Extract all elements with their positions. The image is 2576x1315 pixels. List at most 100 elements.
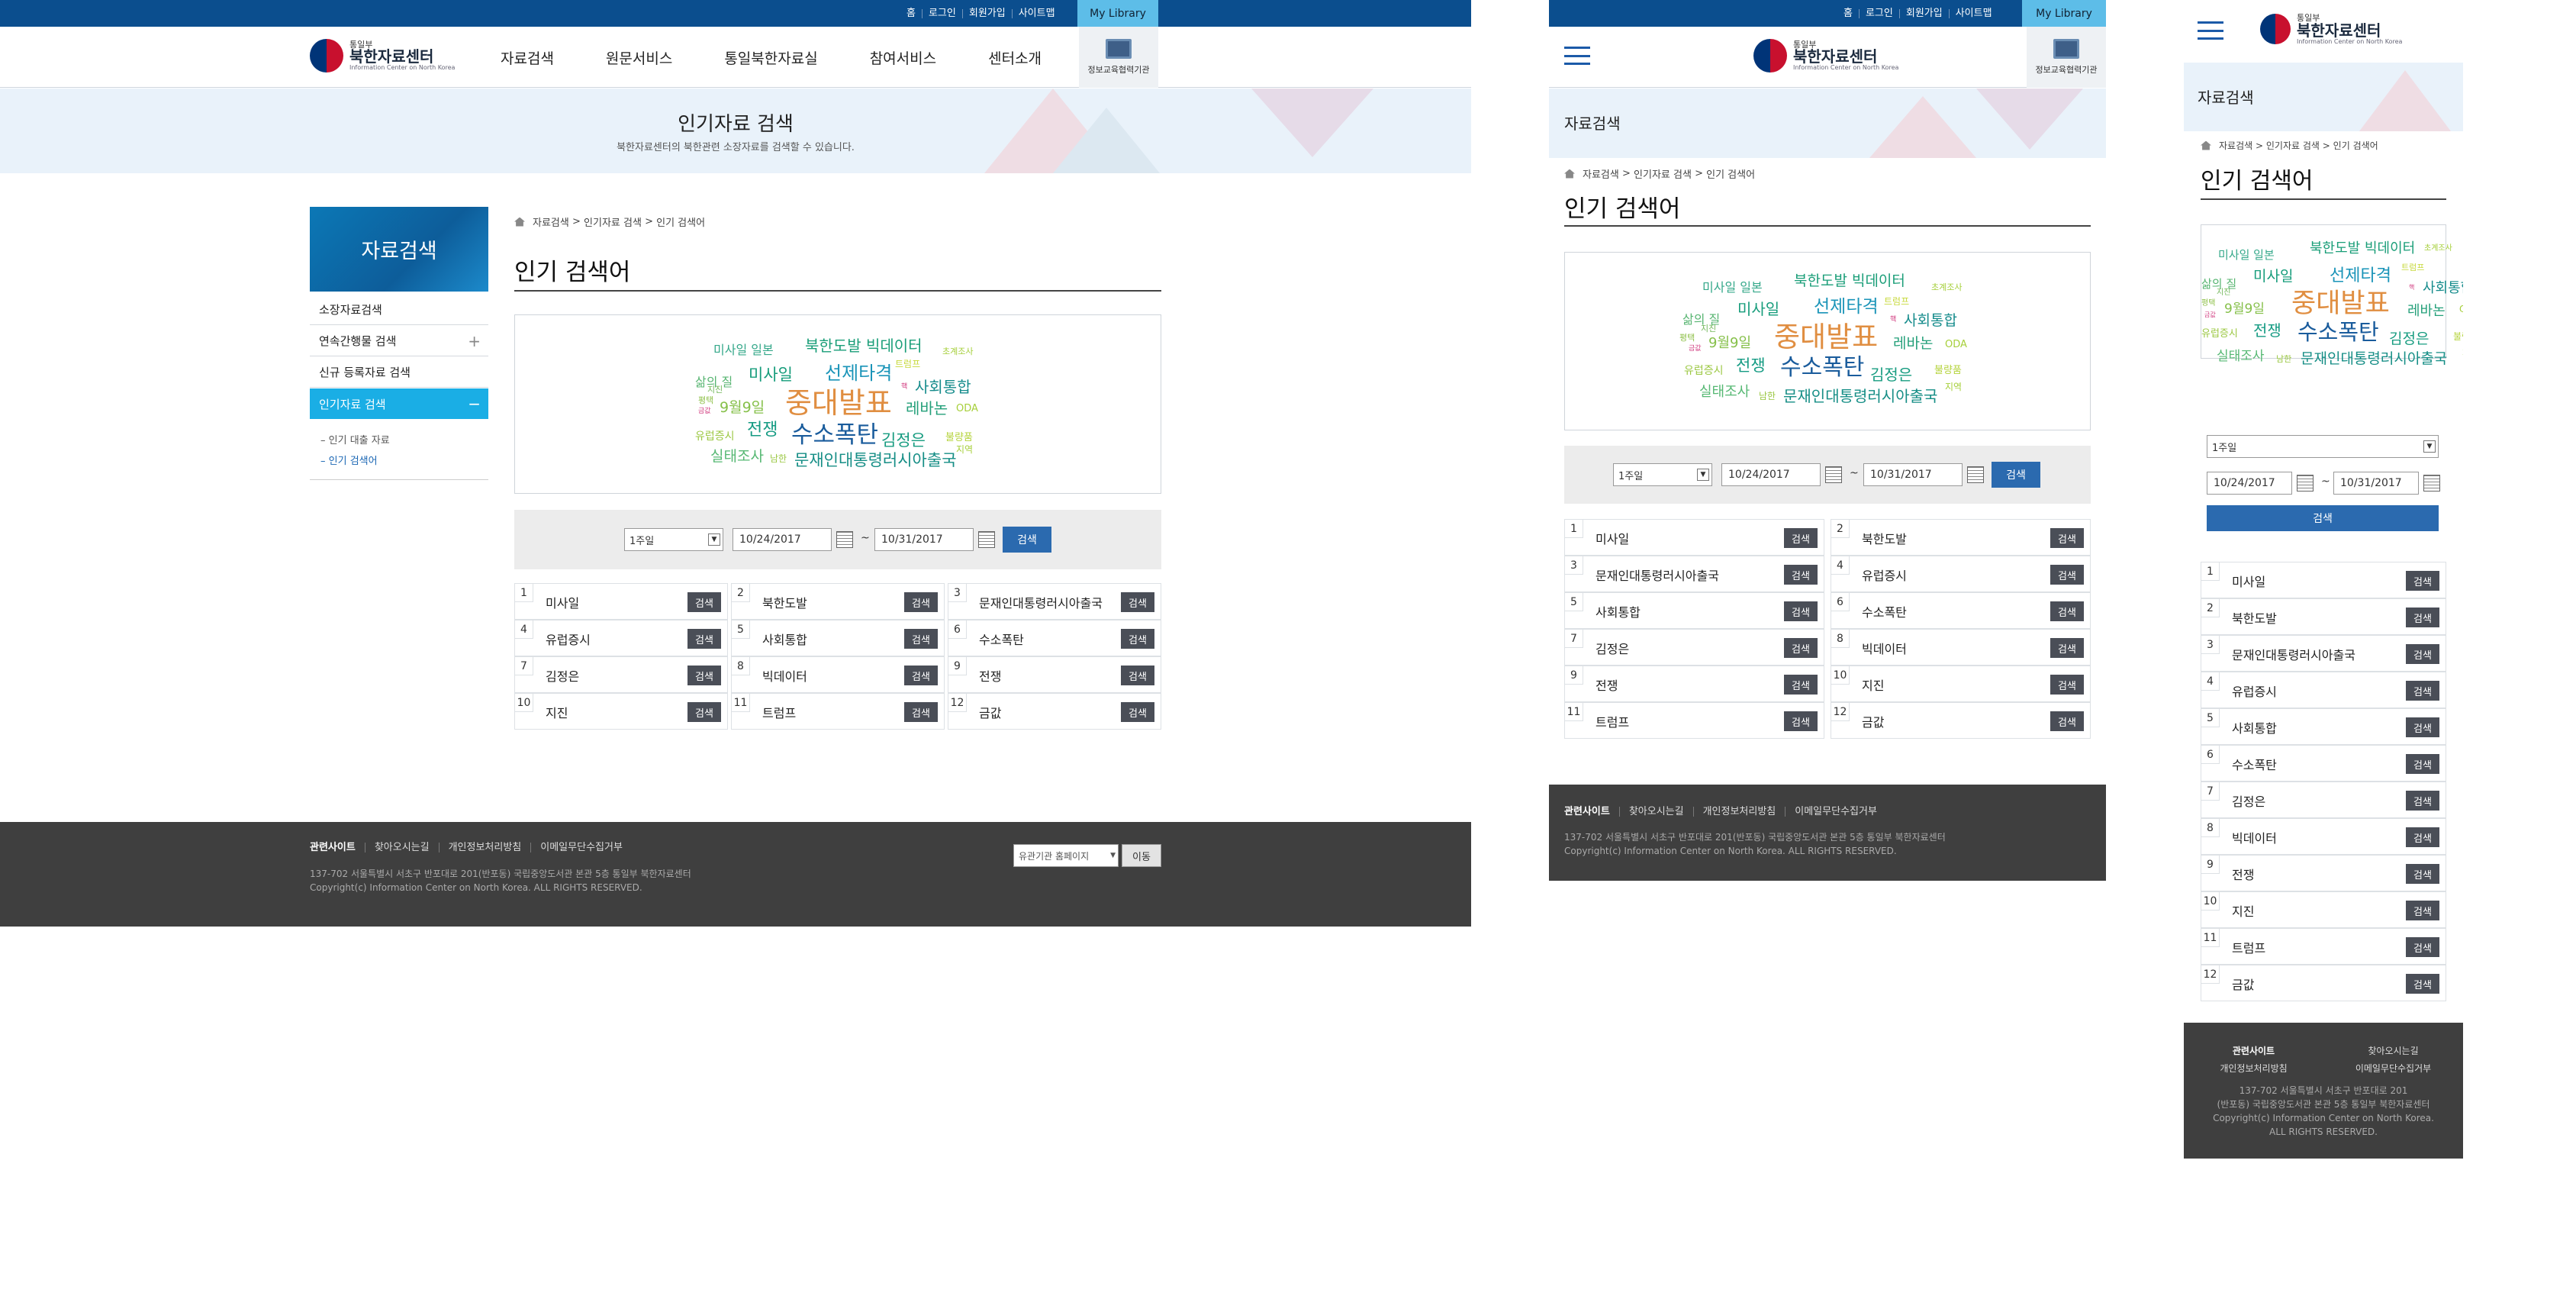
rank-search-button[interactable]: 검색 bbox=[1121, 666, 1154, 685]
rank-search-button[interactable]: 검색 bbox=[2406, 717, 2439, 737]
cloud-word[interactable]: 문재인대통령러시아출국 bbox=[794, 453, 957, 469]
rank-term[interactable]: 문재인대통령러시아출국 bbox=[2232, 636, 2355, 672]
cloud-word[interactable]: 실태조사 bbox=[2217, 350, 2265, 363]
end-date-input[interactable]: 10/31/2017 bbox=[1863, 463, 1963, 486]
sitemap-link[interactable]: 사이트맵 bbox=[1011, 8, 1061, 18]
breadcrumb-item[interactable]: 자료검색 bbox=[1583, 166, 1619, 181]
nav-about[interactable]: 센터소개 bbox=[988, 47, 1042, 68]
footer-link[interactable]: 관련사이트 bbox=[2184, 1044, 2323, 1057]
cloud-word[interactable]: 초계조사 bbox=[1931, 283, 1962, 292]
rank-search-button[interactable]: 검색 bbox=[1784, 565, 1818, 585]
cloud-word[interactable]: 김정은 bbox=[1870, 367, 1912, 382]
cloud-word[interactable]: 전쟁 bbox=[2253, 323, 2281, 338]
cloud-word[interactable]: ODA bbox=[1945, 340, 1967, 350]
login-link[interactable]: 로그인 bbox=[1858, 8, 1899, 18]
cloud-word[interactable]: 유럽증시 bbox=[695, 431, 735, 442]
menu-icon[interactable] bbox=[2198, 21, 2223, 40]
cloud-word[interactable]: 수소폭탄 bbox=[1780, 356, 1864, 379]
site-logo[interactable]: 통일부 북한자료센터 Information Center on North K… bbox=[2260, 14, 2402, 45]
rank-search-button[interactable]: 검색 bbox=[2406, 571, 2439, 591]
rank-term[interactable]: 금값 bbox=[979, 694, 1001, 730]
cloud-word[interactable]: 미사일 일본 bbox=[1702, 282, 1763, 294]
sidebar-subitem-loans[interactable]: – 인기 대출 자료 bbox=[320, 432, 390, 446]
cloud-word[interactable]: 전쟁 bbox=[747, 422, 778, 439]
rank-term[interactable]: 김정은 bbox=[546, 657, 579, 694]
rank-term[interactable]: 문재인대통령러시아출국 bbox=[979, 584, 1103, 620]
rank-term[interactable]: 북한도발 bbox=[1862, 520, 1907, 556]
calendar-icon[interactable] bbox=[1967, 466, 1984, 483]
cloud-word[interactable]: 불량품 bbox=[2453, 332, 2463, 341]
rank-term[interactable]: 미사일 bbox=[546, 584, 579, 620]
rank-term[interactable]: 금값 bbox=[1862, 703, 1884, 740]
cloud-word[interactable]: 핵 bbox=[2409, 285, 2414, 291]
my-library-button[interactable]: My Library bbox=[2022, 0, 2106, 27]
footer-link[interactable]: 이메일무단수집거부 bbox=[1785, 807, 1886, 817]
rank-term[interactable]: 지진 bbox=[1862, 666, 1884, 703]
cloud-word[interactable]: 평택 bbox=[2201, 300, 2215, 308]
rank-search-button[interactable]: 검색 bbox=[904, 702, 938, 722]
edu-link[interactable]: 정보교육협력기관 bbox=[2027, 27, 2106, 88]
cloud-word[interactable]: 북한도발 빅데이터 bbox=[805, 338, 923, 353]
cloud-word[interactable]: 사회통합 bbox=[915, 379, 971, 395]
cloud-word[interactable]: 핵 bbox=[901, 384, 907, 391]
search-button[interactable]: 검색 bbox=[1992, 462, 2040, 488]
cloud-word[interactable]: 트럼프 bbox=[2401, 263, 2424, 272]
my-library-button[interactable]: My Library bbox=[1077, 0, 1158, 27]
rank-term[interactable]: 수소폭탄 bbox=[2232, 746, 2277, 782]
cloud-word[interactable]: 수소폭탄 bbox=[2297, 321, 2379, 343]
login-link[interactable]: 로그인 bbox=[921, 8, 962, 18]
breadcrumb-item[interactable]: 자료검색 bbox=[2219, 139, 2252, 152]
rank-term[interactable]: 빅데이터 bbox=[2232, 819, 2277, 856]
rank-search-button[interactable]: 검색 bbox=[2406, 974, 2439, 994]
rank-term[interactable]: 문재인대통령러시아출국 bbox=[1596, 556, 1719, 593]
rank-term[interactable]: 북한도발 bbox=[2232, 599, 2277, 636]
cloud-word[interactable]: ODA bbox=[956, 404, 978, 414]
rank-search-button[interactable]: 검색 bbox=[2050, 711, 2084, 731]
nav-participation[interactable]: 참여서비스 bbox=[870, 47, 936, 68]
rank-term[interactable]: 미사일 bbox=[2232, 562, 2265, 599]
cloud-word[interactable]: 김정은 bbox=[881, 433, 926, 449]
end-date-input[interactable]: 10/31/2017 bbox=[874, 528, 974, 551]
search-button[interactable]: 검색 bbox=[1003, 527, 1051, 553]
cloud-word[interactable]: 문재인대통령러시아출국 bbox=[1783, 388, 1937, 404]
rank-term[interactable]: 사회통합 bbox=[762, 620, 807, 657]
rank-search-button[interactable]: 검색 bbox=[1784, 528, 1818, 548]
cloud-word[interactable]: 전쟁 bbox=[1736, 358, 1766, 374]
cloud-word[interactable]: 미사일 일본 bbox=[713, 344, 774, 356]
cloud-word[interactable]: 9월9일 bbox=[2224, 303, 2265, 316]
cloud-word[interactable]: 수소폭탄 bbox=[791, 424, 878, 447]
rank-term[interactable]: 트럼프 bbox=[762, 694, 796, 730]
calendar-icon[interactable] bbox=[978, 531, 995, 548]
rank-term[interactable]: 사회통합 bbox=[2232, 709, 2277, 746]
cloud-word[interactable]: 선제타격 bbox=[2330, 268, 2391, 285]
breadcrumb-item[interactable]: 인기자료 검색 bbox=[1634, 166, 1692, 181]
cloud-word[interactable]: 금값 bbox=[1689, 346, 1702, 353]
rank-term[interactable]: 김정은 bbox=[1596, 630, 1629, 666]
rank-term[interactable]: 사회통합 bbox=[1596, 593, 1641, 630]
rank-term[interactable]: 트럼프 bbox=[2232, 929, 2265, 965]
rank-search-button[interactable]: 검색 bbox=[2406, 754, 2439, 774]
rank-search-button[interactable]: 검색 bbox=[904, 666, 938, 685]
rank-term[interactable]: 유럽증시 bbox=[546, 620, 591, 657]
rank-term[interactable]: 빅데이터 bbox=[762, 657, 807, 694]
cloud-word[interactable]: 지역 bbox=[956, 445, 973, 454]
calendar-icon[interactable] bbox=[1825, 466, 1842, 483]
rank-term[interactable]: 전쟁 bbox=[979, 657, 1001, 694]
cloud-word[interactable]: 남한 bbox=[1759, 392, 1776, 401]
rank-search-button[interactable]: 검색 bbox=[1121, 629, 1154, 649]
cloud-word[interactable]: 중대발표 bbox=[1774, 323, 1878, 351]
nav-unification[interactable]: 통일북한자료실 bbox=[724, 47, 817, 68]
rank-term[interactable]: 유럽증시 bbox=[1862, 556, 1907, 593]
rank-term[interactable]: 금값 bbox=[2232, 965, 2254, 1002]
cloud-word[interactable]: 지역 bbox=[1945, 382, 1962, 392]
rank-search-button[interactable]: 검색 bbox=[687, 592, 721, 612]
footer-link[interactable]: 이메일무단수집거부 bbox=[2323, 1062, 2463, 1075]
home-link[interactable]: 홈 bbox=[1837, 8, 1859, 18]
footer-link[interactable]: 찾아오시는길 bbox=[2323, 1044, 2463, 1057]
sidebar-item-new[interactable]: 신규 등록자료 검색 bbox=[310, 357, 488, 388]
footer-link[interactable]: 관련사이트 bbox=[1564, 807, 1619, 817]
rank-search-button[interactable]: 검색 bbox=[687, 702, 721, 722]
cloud-word[interactable]: 레바논 bbox=[2407, 305, 2446, 318]
cloud-word[interactable]: 금값 bbox=[2204, 312, 2216, 318]
rank-term[interactable]: 수소폭탄 bbox=[1862, 593, 1907, 630]
